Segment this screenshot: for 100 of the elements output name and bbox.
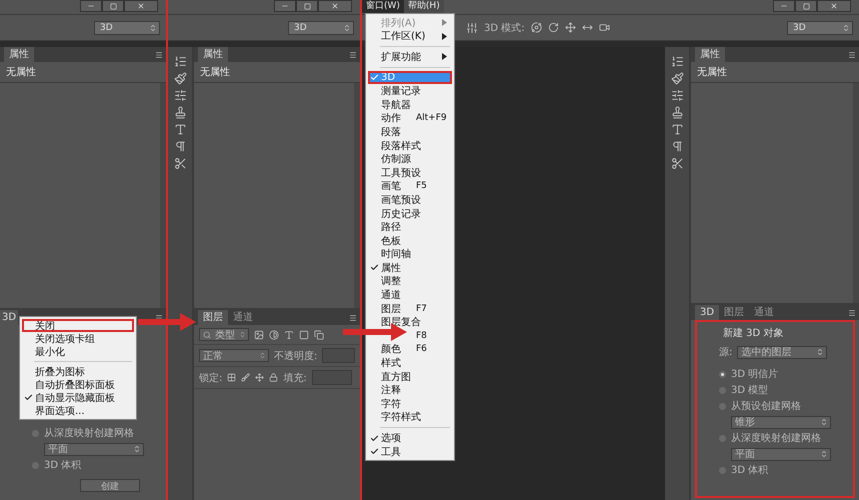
copy-icon[interactable] (314, 330, 324, 340)
menu-item[interactable]: 关闭 (22, 319, 134, 332)
close-button[interactable] (817, 0, 851, 12)
panel-menu-icon[interactable] (349, 50, 357, 58)
maximize-button[interactable] (102, 0, 124, 12)
menu-item[interactable]: 选项 (368, 431, 452, 445)
updown-arrow-icon (149, 24, 157, 32)
menu-item[interactable]: 段落 (368, 125, 452, 139)
menu-item[interactable]: 画笔预设 (368, 193, 452, 207)
close-icon (830, 2, 838, 10)
panel-tab[interactable]: 3D (0, 310, 18, 325)
fill-field[interactable] (312, 370, 352, 385)
panel-tab[interactable]: 图层 (198, 310, 228, 325)
menu-item[interactable]: 图层 F7 (368, 302, 452, 316)
maximize-icon (110, 2, 116, 10)
menu-item[interactable]: 工作区(K) (368, 30, 452, 44)
menu-item[interactable]: 导航器 (368, 98, 452, 112)
menu-item[interactable]: 段落样式 (368, 138, 452, 152)
contrast-icon[interactable] (269, 330, 279, 340)
menu-item[interactable]: 样式 (368, 356, 452, 370)
sliders-icon[interactable] (670, 89, 684, 102)
panel-tab[interactable]: 3D (695, 305, 720, 320)
pilcrow-icon[interactable] (174, 140, 186, 153)
menu-item[interactable]: 路径 (368, 220, 452, 234)
menu-item[interactable]: 动作 Alt+F9 (368, 112, 452, 126)
menu-item[interactable]: 工具预设 (368, 166, 452, 180)
panel-tab[interactable]: 通道 (749, 305, 780, 320)
panel-menu-icon[interactable] (349, 314, 357, 322)
panel-menu-icon[interactable] (155, 314, 163, 322)
menu-item[interactable]: 扩展功能 (368, 50, 452, 64)
menu-item[interactable]: 属性 (368, 261, 452, 275)
menu-item[interactable]: 自动显示隐藏面板 (22, 391, 134, 404)
menu-item[interactable]: 折叠为图标 (22, 365, 134, 378)
updown-arrow-icon (343, 24, 351, 32)
sliders-icon[interactable] (466, 22, 478, 34)
opacity-field[interactable] (322, 348, 355, 363)
menu-item[interactable]: 关闭选项卡组 (22, 332, 134, 345)
maximize-button[interactable] (296, 0, 318, 12)
menu-item[interactable]: 自动折叠图标面板 (22, 378, 134, 391)
text-icon[interactable] (670, 123, 684, 136)
menu-item[interactable]: 字符 (368, 397, 452, 411)
menu-item[interactable]: 色板 (368, 234, 452, 248)
brush-icon[interactable] (241, 373, 250, 382)
close-icon (137, 2, 145, 10)
menu-item[interactable]: 画笔 F5 (368, 180, 452, 194)
menu-item[interactable]: F8 (368, 329, 452, 343)
image-icon[interactable] (254, 330, 264, 340)
updown-arrow-icon (259, 352, 266, 359)
menu-bar-item[interactable]: 帮助(H) (404, 0, 444, 13)
text-icon[interactable] (174, 123, 186, 136)
lock-icon[interactable] (269, 373, 278, 382)
menu-item[interactable]: 界面选项... (22, 404, 134, 417)
menu-item[interactable]: 测量记录 (368, 84, 452, 98)
checker-icon[interactable] (227, 373, 236, 382)
scissors-icon[interactable] (670, 157, 684, 170)
close-button[interactable] (318, 0, 352, 12)
stamp-icon[interactable] (174, 106, 186, 119)
menu-item[interactable]: 工具 (368, 444, 452, 458)
menu-item[interactable]: 调整 (368, 274, 452, 288)
panel-menu-icon[interactable] (848, 308, 856, 316)
workspace-select[interactable]: 3D (288, 20, 354, 34)
menu-bar-item[interactable]: 窗口(W) (362, 0, 404, 13)
sliders-icon[interactable] (174, 89, 186, 102)
panel-menu-icon[interactable] (155, 50, 163, 58)
panel-tab[interactable]: 属性 (4, 47, 34, 62)
workspace-select[interactable]: 3D (94, 20, 160, 34)
scissors-icon[interactable] (174, 157, 186, 170)
list-icon[interactable] (174, 55, 186, 68)
menu-item[interactable]: 字符样式 (368, 410, 452, 424)
panel-tab[interactable]: 图层 (719, 305, 750, 320)
text-icon[interactable] (284, 330, 294, 340)
move-icon[interactable] (255, 373, 264, 382)
menu-item[interactable]: 通道 (368, 288, 452, 302)
list-icon[interactable] (670, 55, 684, 68)
menu-item[interactable]: 注释 (368, 383, 452, 398)
pan-icon[interactable] (564, 22, 576, 33)
close-button[interactable] (124, 0, 158, 12)
menu-item[interactable]: 时间轴 (368, 248, 452, 262)
panel-tab[interactable]: 属性 (198, 47, 228, 62)
panel-tab[interactable]: 通道 (228, 310, 258, 325)
panel-menu-icon[interactable] (848, 50, 856, 58)
menu-item[interactable]: 颜色 F6 (368, 342, 452, 356)
workspace-select[interactable]: 3D (787, 20, 853, 34)
rotate-icon[interactable] (548, 22, 559, 33)
radio-button[interactable] (719, 370, 726, 378)
stamp-icon[interactable] (670, 106, 684, 119)
video-camera-icon[interactable] (598, 22, 610, 33)
square-icon[interactable] (299, 330, 309, 340)
menu-item[interactable]: 历史记录 (368, 206, 452, 220)
brush-icon[interactable] (174, 72, 186, 85)
menu-item[interactable]: 仿制源 (368, 152, 452, 166)
updown-arrow-icon (816, 348, 824, 356)
maximize-button[interactable] (795, 0, 817, 12)
menu-item[interactable]: 最小化 (22, 345, 134, 358)
panel-tab[interactable]: 属性 (695, 47, 725, 62)
pilcrow-icon[interactable] (670, 140, 684, 153)
option-label: 3D 体积 (44, 459, 82, 472)
menu-item[interactable]: 直方图 (368, 370, 452, 384)
brush-icon[interactable] (670, 72, 684, 85)
orbit-icon[interactable] (530, 22, 542, 33)
